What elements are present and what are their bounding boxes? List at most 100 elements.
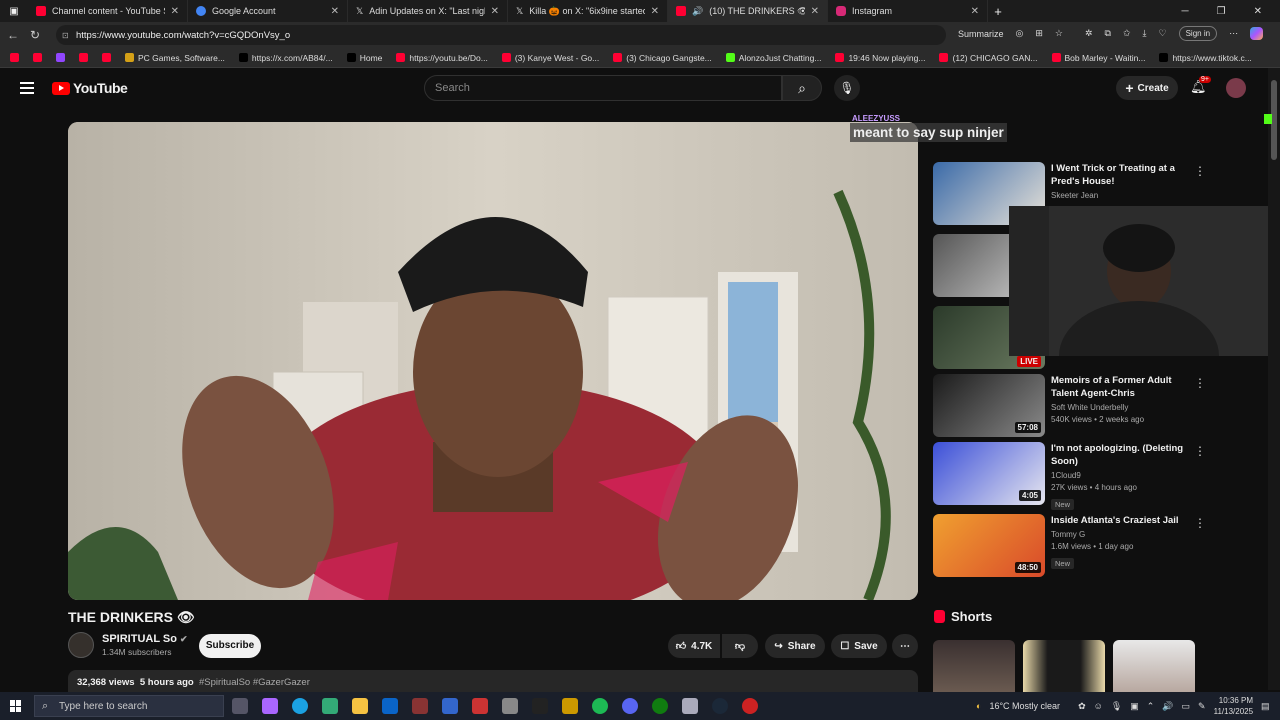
browser-tab[interactable]: Google Account ✕ — [188, 0, 348, 22]
search-button[interactable]: ⌕ — [782, 75, 822, 101]
maximize-icon[interactable]: ❐ — [1217, 6, 1226, 17]
recommended-video[interactable]: 4:05 I'm not apologizing. (Deleting Soon)… — [933, 442, 1191, 512]
recommended-video[interactable]: 48:50 Inside Atlanta's Craziest Jail Tommy… — [933, 514, 1191, 577]
page-scrollbar[interactable] — [1268, 68, 1280, 690]
nba-icon[interactable] — [472, 698, 488, 714]
bookmark-item[interactable]: Home — [346, 53, 382, 63]
split-screen-icon[interactable]: ⧉ — [1105, 28, 1111, 39]
live-stream-overlay[interactable] — [1009, 206, 1268, 356]
more-options-icon[interactable]: ⋮ — [1194, 376, 1206, 390]
close-tab-icon[interactable]: ✕ — [491, 6, 499, 17]
sign-in-button[interactable]: Sign in — [1178, 26, 1218, 41]
channel-name[interactable]: Soft White Underbelly — [1051, 402, 1191, 414]
short-thumbnail[interactable] — [933, 640, 1015, 692]
description-box[interactable]: 32,368 views 5 hours ago #SpiritualSo #G… — [68, 670, 918, 692]
downloads-icon[interactable]: ⤓ — [1143, 28, 1147, 39]
search-input[interactable]: Search — [424, 75, 782, 101]
more-actions-button[interactable]: ⋯ — [892, 634, 918, 658]
notification-center-icon[interactable]: ▤ — [1261, 701, 1270, 712]
volume-icon[interactable]: 🔊 — [1162, 701, 1173, 712]
close-tab-icon[interactable]: ✕ — [171, 6, 179, 17]
video-thumbnail[interactable]: 48:50 — [933, 514, 1045, 577]
bookmark-item[interactable]: https://youtu.be/Do... — [396, 53, 488, 63]
hamburger-menu-icon[interactable] — [20, 82, 34, 94]
account-avatar[interactable] — [1226, 78, 1246, 98]
channel-name[interactable]: Tommy G — [1051, 529, 1191, 541]
refresh-icon[interactable]: ↻ — [24, 28, 46, 42]
bookmark-item[interactable]: (3) Chicago Gangste... — [613, 53, 712, 63]
clock[interactable]: 10:36 PM 11/13/2025 — [1214, 695, 1253, 717]
save-button[interactable]: ☐ Save — [831, 634, 887, 658]
discord-icon[interactable] — [622, 698, 638, 714]
bookmark-item[interactable] — [79, 53, 88, 62]
minimize-icon[interactable]: ─ — [1182, 6, 1189, 17]
bookmark-item[interactable]: (3) Kanye West - Go... — [501, 53, 599, 63]
channel-name[interactable]: SPIRITUAL So ✔ — [102, 633, 188, 645]
speaker-icon[interactable]: 🔊 — [692, 6, 703, 17]
url-field[interactable]: ⊡ https://www.youtube.com/watch?v=cGQDOn… — [56, 25, 946, 45]
favorites-icon[interactable]: ✩ — [1123, 28, 1131, 39]
close-tab-icon[interactable]: ✕ — [811, 6, 819, 17]
bookmark-item[interactable]: (12) CHICAGO GAN... — [939, 53, 1038, 63]
channel-name[interactable]: 1Cloud9 — [1051, 470, 1191, 482]
bookmark-item[interactable] — [10, 53, 19, 62]
bookmark-item[interactable] — [56, 53, 65, 62]
dislike-button[interactable]: 👎︎ — [722, 634, 758, 658]
more-options-icon[interactable]: ⋮ — [1194, 444, 1206, 458]
bookmark-item[interactable]: Bob Marley - Waitin... — [1051, 53, 1145, 63]
weather-text[interactable]: 16°C Mostly clear — [989, 701, 1060, 711]
bookmark-item[interactable]: https://www.tiktok.c... — [1159, 53, 1252, 63]
outlook-icon[interactable] — [382, 698, 398, 714]
bookmark-item[interactable] — [102, 53, 111, 62]
summarize-button[interactable]: Summarize — [958, 29, 1004, 39]
bookmark-item[interactable] — [33, 53, 42, 62]
menu-dots-icon[interactable]: ⋯ — [1229, 28, 1238, 39]
spotify-icon[interactable] — [592, 698, 608, 714]
bookmark-item[interactable]: https://x.com/AB84/... — [238, 53, 333, 63]
app-tray-icon[interactable]: ▣ — [1130, 701, 1139, 712]
browser-tab[interactable]: 𝕏Adin Updates on X: "Last night, A✕ — [348, 0, 508, 22]
short-thumbnail[interactable] — [1023, 640, 1105, 692]
browser-tab[interactable]: 𝕏Killa 🎃 on X: "6ix9ine started into✕ — [508, 0, 668, 22]
channel-avatar[interactable] — [68, 632, 94, 658]
xbox-icon[interactable] — [652, 698, 668, 714]
taskbar-search-input[interactable]: ⌕ Type here to search — [34, 695, 224, 717]
microphone-icon[interactable]: 🎙 — [1111, 701, 1122, 712]
pen-icon[interactable]: ✎ — [1198, 701, 1206, 712]
youtube-logo[interactable]: YouTube — [52, 80, 128, 96]
voice-search-button[interactable]: 🎙 — [834, 75, 860, 101]
video-title-link[interactable]: I'm not apologizing. (Deleting Soon) — [1051, 442, 1191, 468]
new-tab-icon[interactable]: + — [988, 4, 1008, 19]
apps-icon[interactable]: ⊞ — [1035, 28, 1043, 39]
video-title-link[interactable]: Memoirs of a Former Adult Talent Agent-C… — [1051, 374, 1191, 400]
copilot-logo-icon[interactable] — [1250, 27, 1264, 40]
browser-tab[interactable]: Instagram ✕ — [828, 0, 988, 22]
reader-icon[interactable]: ◎ — [1016, 28, 1024, 39]
close-tab-icon[interactable]: ✕ — [971, 6, 979, 17]
subscribe-button[interactable]: Subscribe — [199, 634, 261, 658]
chevron-up-icon[interactable]: ⌃ — [1147, 701, 1155, 712]
browser-tab[interactable]: Channel content - YouTube Studio✕ — [28, 0, 188, 22]
like-button[interactable]: 👍︎ 4.7K — [668, 634, 720, 658]
short-thumbnail[interactable] — [1113, 640, 1195, 692]
app-icon[interactable] — [682, 698, 698, 714]
steam-icon[interactable] — [712, 698, 728, 714]
app-icon[interactable] — [742, 698, 758, 714]
bookmark-item[interactable]: AlonzoJust Chatting... — [725, 53, 821, 63]
file-explorer-icon[interactable] — [352, 698, 368, 714]
store-icon[interactable] — [322, 698, 338, 714]
video-thumbnail[interactable]: 4:05 — [933, 442, 1045, 505]
bookmark-item[interactable]: 19:46 Now playing... — [835, 53, 925, 63]
extensions-icon[interactable]: ✲ — [1085, 28, 1093, 39]
windows-start-icon[interactable] — [10, 700, 22, 712]
more-options-icon[interactable]: ⋮ — [1194, 164, 1206, 178]
back-icon[interactable]: ← — [2, 28, 24, 42]
video-title-link[interactable]: I Went Trick or Treating at a Pred's Hou… — [1051, 162, 1191, 188]
close-tab-icon[interactable]: ✕ — [651, 6, 659, 17]
copilot-icon[interactable]: ♡ — [1159, 28, 1167, 39]
more-options-icon[interactable]: ⋮ — [1194, 516, 1206, 530]
video-thumbnail[interactable]: 57:08 — [933, 374, 1045, 437]
close-window-icon[interactable]: ✕ — [1254, 6, 1262, 17]
tab-actions-icon[interactable]: ▣ — [0, 6, 28, 17]
skate-icon[interactable] — [532, 698, 548, 714]
